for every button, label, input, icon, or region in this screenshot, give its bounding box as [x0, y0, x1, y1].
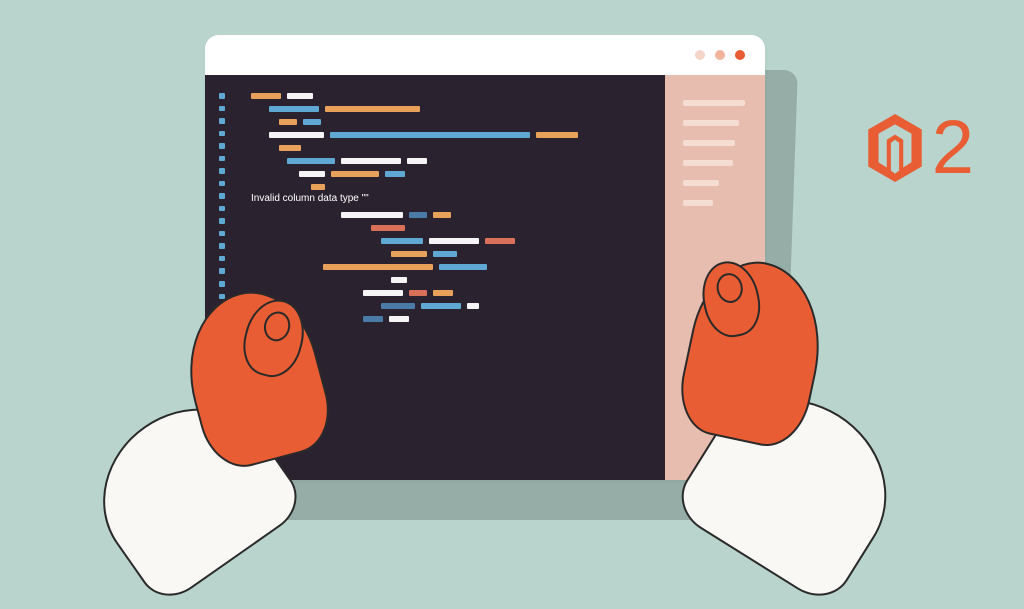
minimap-line [683, 140, 735, 146]
magento-logo: 2 [864, 110, 974, 186]
version-number: 2 [932, 110, 974, 186]
minimap-line [683, 200, 713, 206]
code-content [251, 93, 645, 190]
minimap-line [683, 120, 739, 126]
minimap-line [683, 180, 719, 186]
error-message: Invalid column data type "" [251, 193, 645, 204]
minimap-line [683, 100, 745, 106]
window-control-close-icon[interactable] [735, 50, 745, 60]
titlebar [205, 35, 765, 75]
illustration-hand-left [130, 252, 350, 552]
magento-icon [864, 112, 926, 184]
illustration-hand-right [649, 212, 849, 552]
window-control-max-icon[interactable] [715, 50, 725, 60]
window-control-min-icon[interactable] [695, 50, 705, 60]
minimap-line [683, 160, 733, 166]
